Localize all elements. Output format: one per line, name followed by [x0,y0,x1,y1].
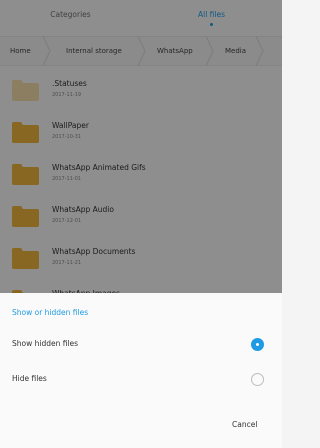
cancel-button[interactable]: Cancel [232,420,257,429]
option-show-hidden-files-label: Show hidden files [12,339,79,348]
radio-unselected-icon[interactable] [251,373,264,386]
option-hide-files[interactable]: Hide files [0,364,282,394]
file-manager-screen: Categories All files Home Internal stora… [0,0,282,448]
dialog-title: Show or hidden files [12,308,89,317]
visibility-dialog: Show or hidden files Show hidden files H… [0,293,282,448]
option-show-hidden-files[interactable]: Show hidden files [0,329,282,359]
radio-selected-icon[interactable] [251,338,264,351]
option-hide-files-label: Hide files [12,374,47,383]
dialog-scrim[interactable] [0,0,282,293]
